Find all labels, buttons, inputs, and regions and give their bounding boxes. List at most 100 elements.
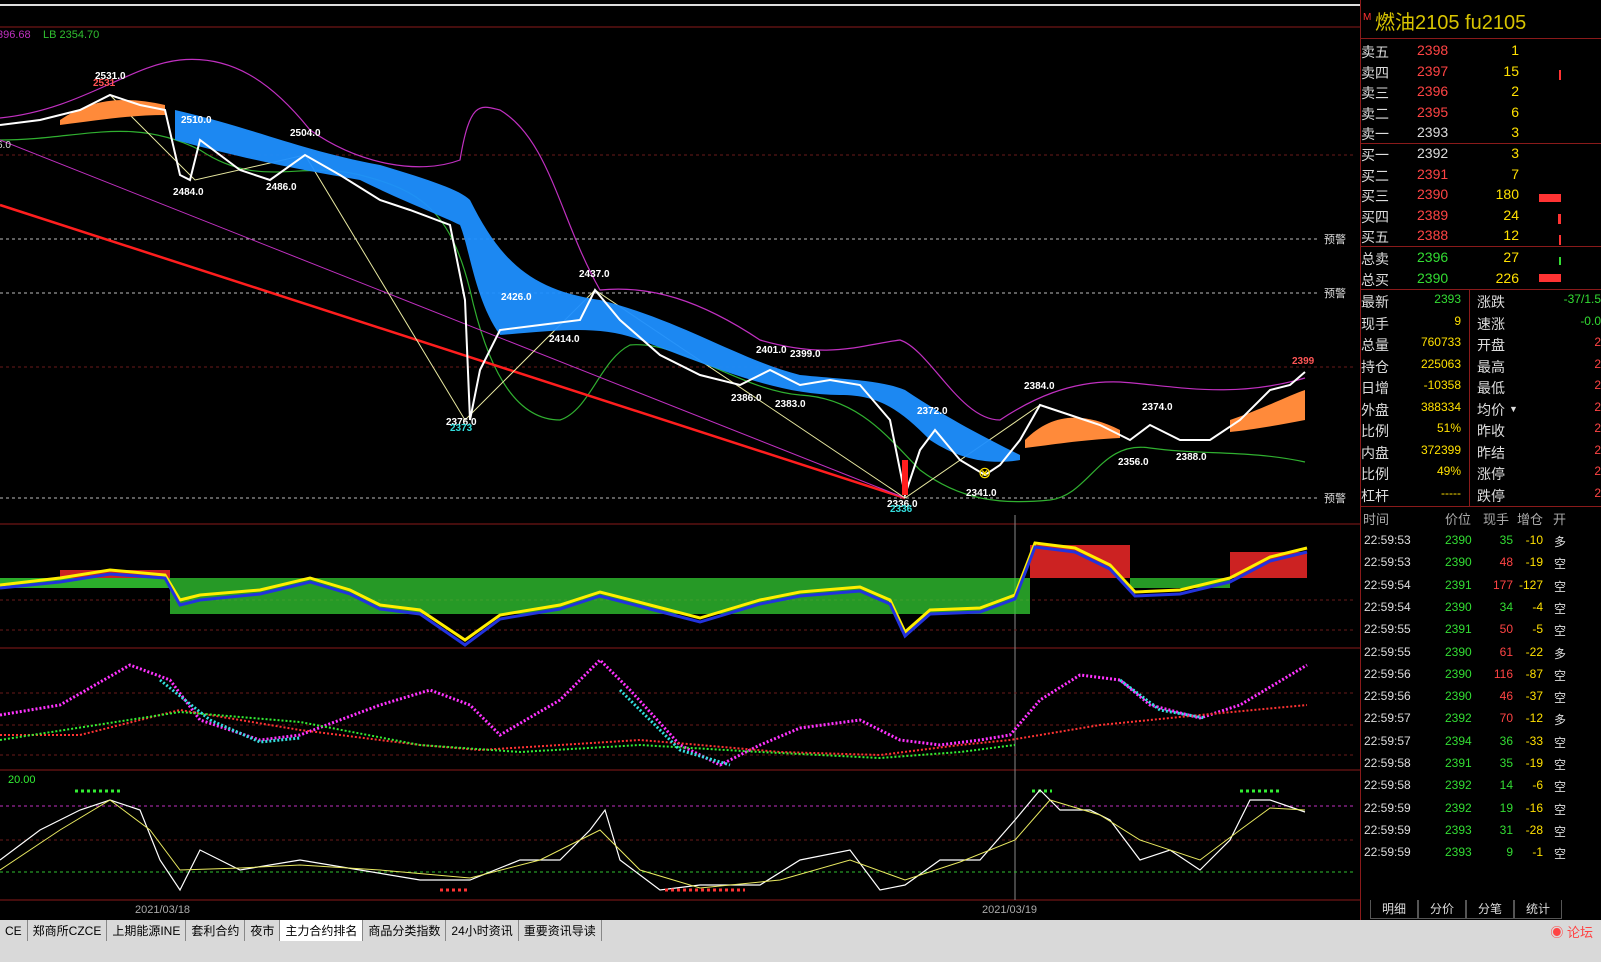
trade-time: 22:59:54	[1364, 599, 1411, 614]
book-label: 卖三	[1361, 85, 1389, 102]
stat-label: 最低	[1477, 380, 1505, 396]
stat-label: 持仓	[1361, 358, 1389, 375]
price-label: 2386.0	[731, 393, 762, 404]
side-tab-3[interactable]: 统计	[1514, 900, 1562, 919]
stat-value: -----	[1441, 485, 1461, 500]
book-label: 卖四	[1361, 64, 1389, 81]
book-label: 卖二	[1361, 105, 1389, 122]
trade-header: 价位	[1445, 512, 1472, 527]
trade-type: 空	[1554, 624, 1567, 639]
book-volume: 7	[1511, 165, 1519, 182]
quote-panel: M 燃油2105 fu2105 卖五 2398 1 卖四 2397 15 卖三 2396 2 卖二…	[1360, 0, 1601, 920]
book-price: 2391	[1417, 165, 1449, 182]
bottom-bar: CE 郑商所CZCE 上期能源INE 套利合约 夜市 主力合约排名 商品分类指数 24小时资讯…	[0, 920, 1601, 962]
bottom-tab-8[interactable]: 重要资讯导读	[519, 920, 602, 941]
side-tab-1[interactable]: 分价	[1418, 900, 1466, 919]
bottom-tab-1[interactable]: 郑商所CZCE	[28, 920, 108, 941]
bottom-tab-0[interactable]: CE	[0, 920, 28, 941]
price-label: 2336	[890, 504, 913, 515]
price-label: 2384.0	[1024, 381, 1055, 392]
trade-oi-change: -10	[1525, 533, 1543, 547]
trade-oi-change: -16	[1525, 800, 1543, 815]
book-price: 2396	[1417, 249, 1449, 265]
trade-oi-change: -37	[1525, 689, 1543, 704]
stat-value: 225063	[1420, 356, 1461, 371]
trade-type: 空	[1554, 847, 1567, 862]
trade-time: 22:59:58	[1364, 756, 1411, 770]
trade-time: 22:59:54	[1364, 577, 1411, 592]
trade-volume: 70	[1499, 711, 1513, 726]
trade-type: 多	[1554, 713, 1567, 728]
bottom-tab-5[interactable]: 主力合约排名	[280, 920, 364, 941]
stat-value: 49%	[1436, 464, 1461, 478]
m-marker-icon: M	[1363, 12, 1372, 23]
book-label: 卖五	[1361, 44, 1389, 60]
book-volume: 3	[1511, 145, 1519, 161]
stat-value: 388334	[1420, 399, 1461, 414]
price-label: 2388.0	[1176, 452, 1207, 463]
date-label-1: 2021/03/18	[135, 904, 190, 916]
price-label: 2486.0	[266, 182, 297, 193]
kline-chart-area[interactable]: ⊗ 396.68 LB 2354.70 6.0 2531.025312510.0…	[0, 0, 1360, 920]
stat-value: -37/1.5	[1563, 292, 1601, 306]
trade-type: 空	[1554, 824, 1567, 839]
price-label: 2401.0	[756, 345, 787, 356]
price-label: 2356.0	[1118, 457, 1149, 468]
trade-type: 多	[1554, 646, 1567, 661]
chart-canvas[interactable]: ⊗ 396.68 LB 2354.70 6.0 2531.025312510.0…	[0, 0, 1360, 920]
forum-link[interactable]: ◉ 论坛	[1550, 922, 1593, 941]
trade-time: 22:59:59	[1364, 822, 1411, 837]
price-label: 2399.0	[790, 349, 821, 360]
trade-oi-change: -1	[1532, 845, 1543, 860]
trade-time: 22:59:56	[1364, 666, 1411, 681]
price-label: 2414.0	[549, 334, 580, 345]
side-tab-2[interactable]: 分笔	[1466, 900, 1514, 919]
trade-oi-change: -5	[1532, 622, 1543, 637]
price-label: 2383.0	[775, 399, 806, 410]
warn-label: 预警	[1324, 491, 1346, 505]
trade-time: 22:59:53	[1364, 555, 1411, 570]
trade-type: 空	[1554, 557, 1567, 572]
volume-bar	[1559, 70, 1561, 80]
bottom-tab-4[interactable]: 夜市	[245, 920, 281, 941]
book-price: 2398	[1417, 42, 1449, 58]
book-label: 卖一	[1361, 126, 1389, 143]
stat-label: 内盘	[1361, 444, 1389, 461]
contract-title: 燃油2105 fu2105	[1375, 12, 1527, 34]
osc-level-label: 20.00	[8, 774, 36, 786]
trade-oi-change: -22	[1525, 644, 1543, 659]
trade-type: 多	[1554, 535, 1567, 549]
price-label: 2399	[1292, 356, 1315, 367]
book-volume: 2	[1511, 83, 1519, 100]
trade-time: 22:59:58	[1364, 778, 1411, 793]
bottom-tab-7[interactable]: 24小时资讯	[446, 920, 519, 941]
trade-type: 空	[1554, 780, 1567, 795]
book-label: 买四	[1361, 208, 1389, 225]
trade-type: 空	[1554, 601, 1567, 616]
trade-volume: 36	[1499, 733, 1513, 748]
volume-bar	[1559, 257, 1561, 265]
bottom-tab-6[interactable]: 商品分类指数	[363, 920, 447, 941]
stat-label: 均价	[1477, 401, 1505, 418]
trade-volume: 61	[1499, 644, 1513, 659]
book-volume: 226	[1495, 270, 1519, 286]
book-price: 2388	[1417, 227, 1449, 244]
trade-type: 空	[1554, 691, 1567, 706]
volume-bar	[1539, 194, 1561, 202]
side-tab-0[interactable]: 明细	[1370, 900, 1418, 919]
stat-label: 昨收	[1477, 423, 1505, 439]
price-label: 2426.0	[501, 292, 532, 303]
book-label: 买三	[1361, 188, 1389, 205]
bottom-tab-2[interactable]: 上期能源INE	[107, 920, 187, 941]
trade-price: 2390	[1445, 666, 1472, 681]
dropdown-arrow-icon: ▼	[1509, 403, 1518, 414]
trade-volume: 34	[1499, 599, 1513, 614]
trade-volume: 116	[1493, 666, 1513, 681]
book-price: 2395	[1417, 103, 1449, 120]
stat-value: -0.0	[1580, 313, 1601, 328]
trade-type: 空	[1554, 735, 1567, 750]
bottom-tabs: CE 郑商所CZCE 上期能源INE 套利合约 夜市 主力合约排名 商品分类指数 24小时资讯…	[0, 920, 602, 941]
stat-value: 2	[1594, 464, 1601, 478]
bottom-tab-3[interactable]: 套利合约	[186, 920, 246, 941]
book-price: 2397	[1417, 62, 1449, 79]
